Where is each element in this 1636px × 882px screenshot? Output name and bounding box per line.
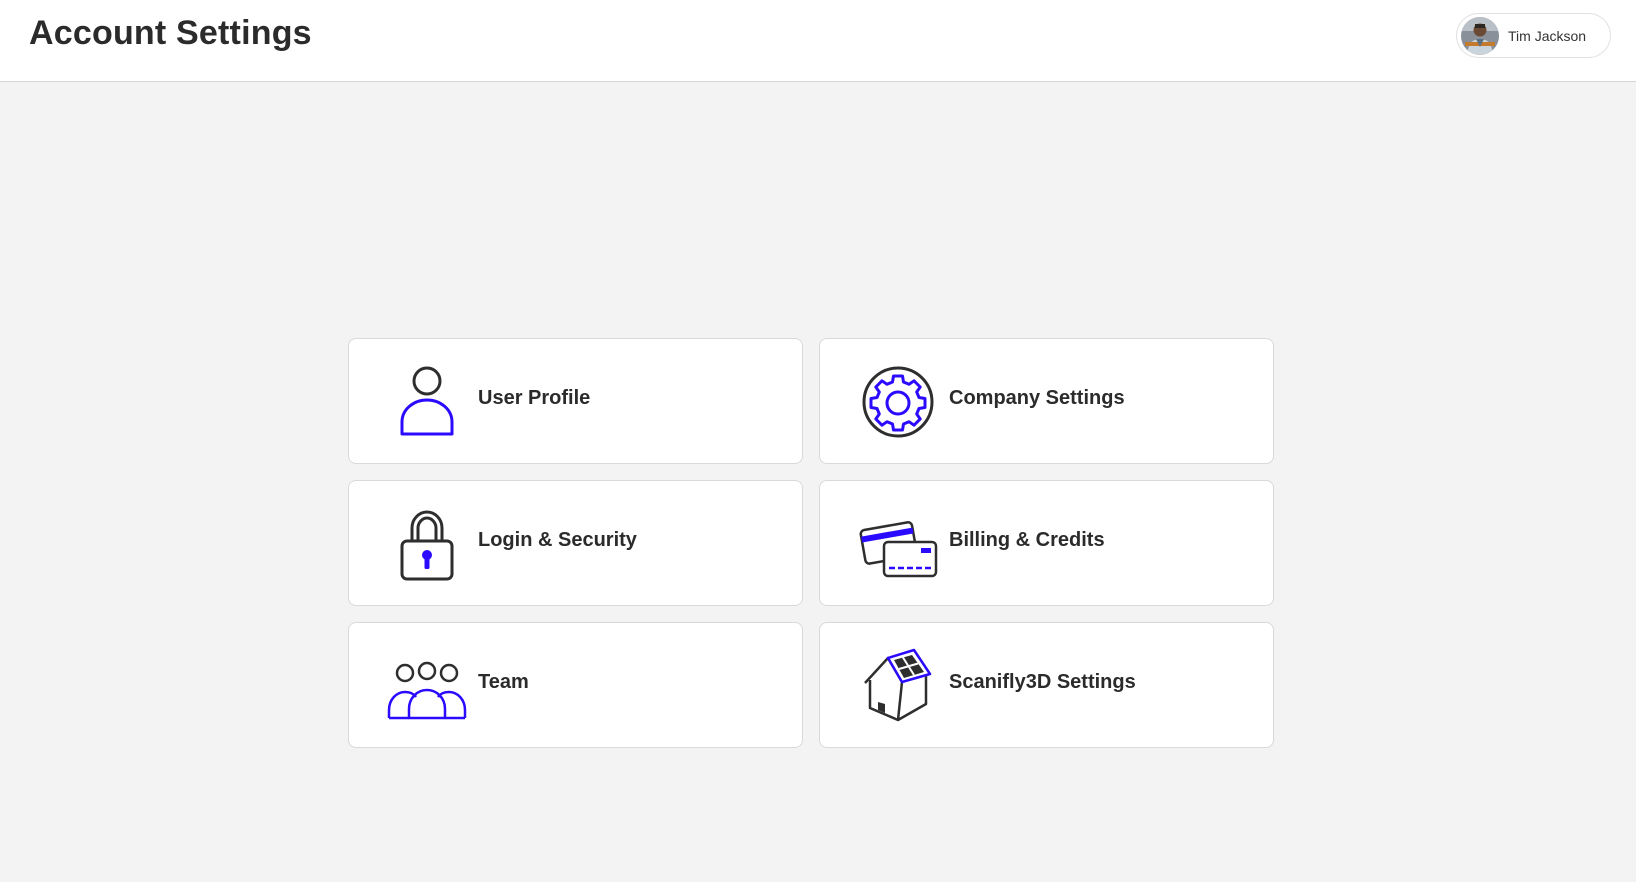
gear-icon <box>858 362 938 442</box>
card-label: Login & Security <box>478 529 637 551</box>
credit-cards-icon <box>858 504 938 584</box>
team-card[interactable]: Team <box>348 622 803 748</box>
card-label: Team <box>478 671 529 693</box>
user-name: Tim Jackson <box>1508 27 1587 44</box>
team-icon <box>387 646 467 726</box>
top-header: Account Settings Tim Jackson <box>0 0 1636 82</box>
card-label: Scanifly3D Settings <box>949 671 1136 693</box>
company-settings-card[interactable]: Company Settings <box>819 338 1274 464</box>
card-label: Billing & Credits <box>949 529 1105 551</box>
billing-credits-card[interactable]: Billing & Credits <box>819 480 1274 606</box>
scanifly3d-settings-card[interactable]: Scanifly3D Settings <box>819 622 1274 748</box>
solar-house-icon <box>858 646 938 726</box>
user-profile-card[interactable]: User Profile <box>348 338 803 464</box>
page-title: Account Settings <box>29 14 312 52</box>
card-label: Company Settings <box>949 387 1125 409</box>
user-profile-icon <box>387 362 467 442</box>
avatar <box>1461 16 1499 55</box>
card-label: User Profile <box>478 387 591 409</box>
user-menu-button[interactable]: Tim Jackson <box>1456 13 1611 58</box>
lock-icon <box>387 504 467 584</box>
login-security-card[interactable]: Login & Security <box>348 480 803 606</box>
